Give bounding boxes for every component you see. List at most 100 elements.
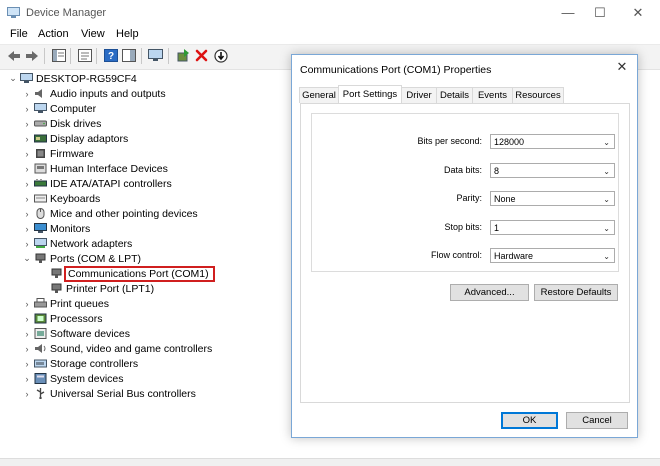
update-driver-icon[interactable] <box>175 48 190 63</box>
toolbar-separator <box>168 48 169 64</box>
tab-events[interactable]: Events <box>472 87 513 103</box>
chevron-right-icon[interactable]: › <box>22 299 32 309</box>
tab-resources[interactable]: Resources <box>512 87 564 103</box>
tree-category[interactable]: › System devices <box>8 371 288 386</box>
toolbar-separator <box>44 48 45 64</box>
tree-category[interactable]: › Computer <box>8 101 288 116</box>
chevron-right-icon[interactable]: › <box>22 119 32 129</box>
tree-category[interactable]: › Storage controllers <box>8 356 288 371</box>
disk-drive-icon <box>34 120 47 127</box>
chevron-down-icon[interactable]: ⌄ <box>22 253 32 264</box>
menu-file[interactable]: File <box>10 28 28 40</box>
chevron-down-icon[interactable]: ⌄ <box>8 73 18 84</box>
chevron-right-icon[interactable]: › <box>22 149 32 159</box>
advanced-button[interactable]: Advanced... <box>450 284 529 301</box>
hid-icon <box>34 163 47 174</box>
menu-action[interactable]: Action <box>38 28 69 40</box>
chevron-right-icon[interactable]: › <box>22 239 32 249</box>
tab-driver[interactable]: Driver <box>401 87 437 103</box>
bits-per-second-value: 128000 <box>494 137 525 147</box>
chevron-right-icon[interactable]: › <box>22 344 32 354</box>
close-window-button[interactable]: ✕ <box>620 0 656 26</box>
keyboard-icon <box>34 194 47 203</box>
tree-category[interactable]: ⌄ Ports (COM & LPT) <box>8 251 288 266</box>
tree-category[interactable]: › Processors <box>8 311 288 326</box>
tree-category[interactable]: › Human Interface Devices <box>8 161 288 176</box>
network-adapter-icon <box>34 238 47 248</box>
data-bits-label: Data bits: <box>443 165 482 175</box>
chevron-right-icon[interactable]: › <box>22 194 32 204</box>
flow-control-select[interactable]: Hardware ⌄ <box>490 248 615 263</box>
chevron-right-icon[interactable]: › <box>22 164 32 174</box>
properties-dialog: Communications Port (COM1) Properties ✕ … <box>291 54 638 438</box>
cancel-button[interactable]: Cancel <box>566 412 628 429</box>
properties-icon[interactable] <box>77 48 92 63</box>
port-settings-panel: Bits per second: 128000 ⌄ Data bits: 8 ⌄… <box>300 103 630 403</box>
forward-arrow-icon[interactable] <box>24 48 39 63</box>
parity-select[interactable]: None ⌄ <box>490 191 615 206</box>
tree-category[interactable]: › Monitors <box>8 221 288 236</box>
chevron-right-icon[interactable]: › <box>22 359 32 369</box>
tree-item-label: Ports (COM & LPT) <box>50 252 142 265</box>
tree-child-item[interactable]: Printer Port (LPT1) <box>8 281 288 296</box>
action-pane-icon[interactable] <box>121 48 136 63</box>
tree-item-label: Network adapters <box>50 237 133 250</box>
ide-controller-icon <box>34 179 47 187</box>
tree-item-label: Computer <box>50 102 97 115</box>
chevron-right-icon[interactable]: › <box>22 374 32 384</box>
tree-item-label: Sound, video and game controllers <box>50 342 213 355</box>
tree-category[interactable]: › Firmware <box>8 146 288 161</box>
show-hide-console-tree-icon[interactable] <box>51 48 66 63</box>
svg-text:?: ? <box>107 51 113 62</box>
chevron-right-icon[interactable]: › <box>22 179 32 189</box>
tree-category[interactable]: › Display adaptors <box>8 131 288 146</box>
menu-help[interactable]: Help <box>116 28 139 40</box>
tree-category[interactable]: › Audio inputs and outputs <box>8 86 288 101</box>
chevron-right-icon[interactable]: › <box>22 389 32 399</box>
tree-item-label: IDE ATA/ATAPI controllers <box>50 177 172 190</box>
monitor-icon[interactable] <box>148 48 163 63</box>
restore-defaults-button[interactable]: Restore Defaults <box>534 284 618 301</box>
chevron-right-icon[interactable]: › <box>22 104 32 114</box>
help-icon[interactable]: ? <box>103 48 118 63</box>
tree-category[interactable]: › Keyboards <box>8 191 288 206</box>
tree-item-label: Processors <box>50 312 103 325</box>
chevron-right-icon[interactable]: › <box>22 329 32 339</box>
tree-category[interactable]: › Software devices <box>8 326 288 341</box>
tree-category[interactable]: › Mice and other pointing devices <box>8 206 288 221</box>
tree-category[interactable]: › Disk drives <box>8 116 288 131</box>
scan-hardware-icon[interactable] <box>213 48 228 63</box>
uninstall-device-icon[interactable] <box>194 48 209 63</box>
tree-category[interactable]: › Network adapters <box>8 236 288 251</box>
maximize-button[interactable]: ☐ <box>582 0 618 26</box>
dialog-close-button[interactable]: ✕ <box>611 57 633 77</box>
bits-per-second-select[interactable]: 128000 ⌄ <box>490 134 615 149</box>
tree-category[interactable]: › Universal Serial Bus controllers <box>8 386 288 401</box>
stop-bits-select[interactable]: 1 ⌄ <box>490 220 615 235</box>
tree-root[interactable]: ⌄ DESKTOP-RG59CF4 <box>8 71 288 86</box>
selected-item-highlight[interactable]: Communications Port (COM1) <box>64 265 215 282</box>
tree-category[interactable]: › IDE ATA/ATAPI controllers <box>8 176 288 191</box>
tree-category[interactable]: › Print queues <box>8 296 288 311</box>
chevron-right-icon[interactable]: › <box>22 89 32 99</box>
chevron-right-icon[interactable]: › <box>22 209 32 219</box>
tab-port-settings[interactable]: Port Settings <box>338 85 402 104</box>
menu-view[interactable]: View <box>81 28 105 40</box>
tab-general[interactable]: General <box>299 87 339 103</box>
chevron-right-icon[interactable]: › <box>22 134 32 144</box>
minimize-button[interactable]: — <box>550 0 586 26</box>
tree-item-label: Keyboards <box>50 192 101 205</box>
chevron-right-icon[interactable]: › <box>22 224 32 234</box>
tree-category[interactable]: › Sound, video and game controllers <box>8 341 288 356</box>
data-bits-select[interactable]: 8 ⌄ <box>490 163 615 178</box>
stop-bits-label: Stop bits: <box>444 222 482 232</box>
tree-child-item[interactable]: Communications Port (COM1) <box>8 265 288 282</box>
chevron-right-icon[interactable]: › <box>22 314 32 324</box>
ok-button[interactable]: OK <box>501 412 558 429</box>
back-arrow-icon[interactable] <box>6 48 21 63</box>
tree-item-label: Printer Port (LPT1) <box>66 282 155 295</box>
tab-details[interactable]: Details <box>436 87 473 103</box>
tree-item-label: Universal Serial Bus controllers <box>50 387 196 400</box>
tree-root-label: DESKTOP-RG59CF4 <box>36 72 137 85</box>
parity-value: None <box>494 194 516 204</box>
